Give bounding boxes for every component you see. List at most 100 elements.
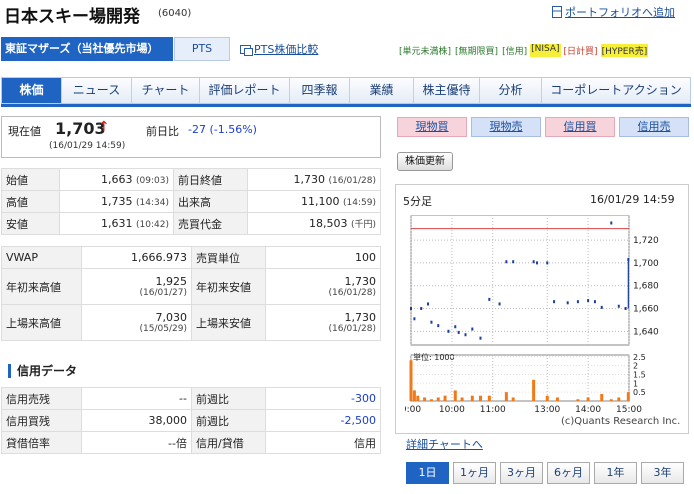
low-price: 1,631 [101,217,133,230]
pts-tab[interactable]: PTS [174,37,230,61]
pts-compare-link[interactable]: PTS株価比較 [240,41,318,57]
add-portfolio-link[interactable]: ポートフォリオへ追加 [552,4,675,20]
volume-amount: 11,100 [301,195,340,208]
period-1d[interactable]: 1日 [406,462,449,484]
volume-tick-label: 1.5 [633,370,646,379]
volume-bar [412,390,416,401]
prev-close-price: 1,730 [293,173,326,186]
intraday-chart[interactable]: 9:00 10:00 11:00 13:00 14:00 15:00 1,720 1,700 1… [405,215,687,415]
table-row: VWAP 1,666.973 売買単位 100 [1,246,381,269]
trade-type-badges: [単元未満株] [無期限買] [信用] [NISA] [日計買] [HYPER売… [398,44,649,57]
volume-bar [555,397,559,401]
ytd-low-date: (16/01/28) [328,288,376,298]
price-tick-label: 1,720 [633,236,659,246]
vwap-label: VWAP [1,246,82,269]
margin-sell-button[interactable]: 信用売 [619,117,689,137]
high-time: (14:34) [136,198,169,208]
open-value: 1,663 (09:03) [59,168,174,191]
price-point [512,260,515,264]
table-row: 信用売残 -- 前週比 -300 [1,387,381,410]
ytd-high-date: (16/01/27) [139,288,187,298]
spot-buy-button[interactable]: 現物買 [397,117,467,137]
prev-close-value: 1,730 (16/01/28) [247,168,381,191]
price-point [593,300,596,304]
price-point [600,305,603,309]
price-point [430,320,433,324]
market-tab[interactable]: 東証マザーズ（当社優先市場） [1,37,173,61]
ytd-high-price: 1,925 [155,275,188,288]
volume-bar [586,397,590,401]
nav-underline [1,104,691,107]
refresh-price-button[interactable]: 株価更新 [397,152,453,171]
price-point [576,300,579,304]
low-label: 安値 [1,212,60,235]
period-3m[interactable]: 3ヶ月 [500,462,543,484]
chart-copyright: (c)Quants Research Inc. [561,416,681,427]
margin-sell-balance-label: 信用売残 [1,387,82,410]
volume-bar [511,397,515,401]
low-value: 1,631 (10:42) [59,212,174,235]
ytd-high-value: 1,925 (16/01/27) [81,268,192,305]
volume-label: 出来高 [173,190,248,213]
price-point [505,260,508,264]
nav-stock-price[interactable]: 株価 [2,78,62,103]
compare-icon [240,44,253,56]
nav-shareholder-benefits[interactable]: 株主優待 [414,78,480,103]
period-1y[interactable]: 1年 [594,462,637,484]
volume-tick-label: 2.5 [633,353,646,362]
price-point [457,330,460,334]
table-row: 上場来高値 7,030 (15/05/29) 上場来安値 1,730 (16/01/… [1,304,381,341]
prev-close-date: (16/01/28) [328,176,376,186]
add-portfolio-label[interactable]: ポートフォリオへ追加 [565,4,675,20]
lending-ratio-label: 貸借倍率 [1,431,82,454]
price-plot-frame [410,215,630,346]
volume-tick-label: 2 [633,362,638,371]
turnover-label: 売買代金 [173,212,248,235]
volume-bar [429,399,433,401]
period-6m[interactable]: 6ヶ月 [547,462,590,484]
volume-bar [504,392,508,401]
high-label: 高値 [1,190,60,213]
portfolio-icon [552,6,562,18]
ytd-high-label: 年初来高値 [1,268,82,305]
nav-rating-report[interactable]: 評価レポート [200,78,290,103]
price-point [546,261,549,265]
volume-value: 11,100 (14:59) [247,190,381,213]
volume-bar [436,397,440,401]
price-point [488,297,491,301]
current-price-time: (16/01/29 14:59) [49,141,126,151]
spot-sell-button[interactable]: 現物売 [471,117,541,137]
table-row: 年初来高値 1,925 (16/01/27) 年初来安値 1,730 (16/01/… [1,268,381,305]
low-time: (10:42) [136,220,169,230]
turnover-unit: (千円) [350,220,376,230]
price-point [447,329,450,333]
nav-corporate-action[interactable]: コーポレートアクション [542,78,690,103]
price-point [610,221,613,225]
detail-chart-link[interactable]: 詳細チャートへ [406,436,483,452]
margin-buy-button[interactable]: 信用買 [545,117,615,137]
period-1m[interactable]: 1ヶ月 [453,462,496,484]
nav-shikiho[interactable]: 四季報 [290,78,350,103]
price-point [427,302,430,306]
period-3y[interactable]: 3年 [641,462,684,484]
price-point [464,333,467,337]
lending-ratio-value: --倍 [81,431,192,454]
price-tick-label: 1,680 [633,282,659,292]
ytd-low-value: 1,730 (16/01/28) [265,268,381,305]
volume-time: (14:59) [343,198,376,208]
pts-compare-label[interactable]: PTS株価比較 [254,41,318,57]
volume-bar [443,395,447,401]
nav-earnings[interactable]: 業績 [350,78,414,103]
table-row: 安値 1,631 (10:42) 売買代金 18,503 (千円) [1,212,381,235]
x-tick-label: 13:00 [534,405,560,415]
open-price: 1,663 [101,173,133,186]
nav-news[interactable]: ニュース [62,78,132,103]
nav-chart[interactable]: チャート [132,78,200,103]
margin-type-label: 信用/貸借 [191,431,266,454]
listed-high-value: 7,030 (15/05/29) [81,304,192,341]
x-tick-label: 14:00 [575,405,601,415]
listed-low-value: 1,730 (16/01/28) [265,304,381,341]
prev-close-label: 前日終値 [173,168,248,191]
nav-analysis[interactable]: 分析 [480,78,542,103]
volume-bar [576,399,580,401]
